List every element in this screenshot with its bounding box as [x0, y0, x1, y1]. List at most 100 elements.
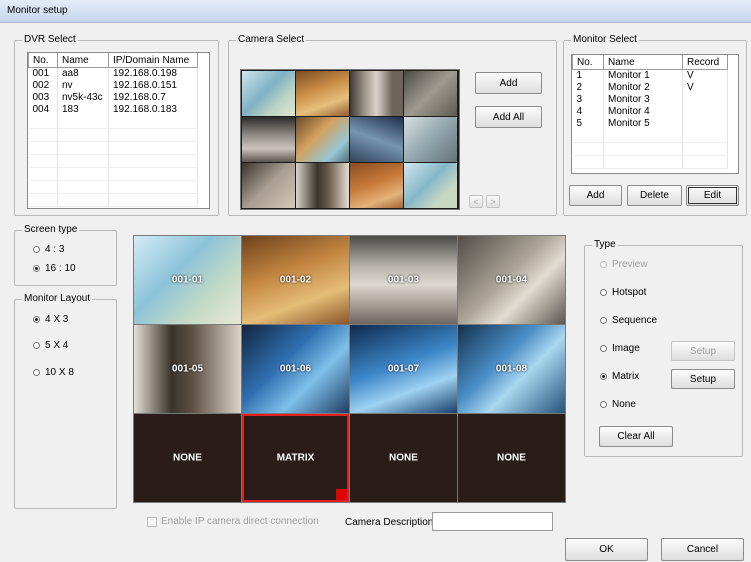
- tile-label: 001-06: [279, 363, 312, 375]
- monitor-col-record[interactable]: Record: [682, 55, 728, 70]
- layout-10x8-label: 10 X 8: [45, 367, 74, 378]
- camera-description-label: Camera Description: [345, 517, 434, 528]
- empty-row: [28, 116, 198, 129]
- camera-thumbnail[interactable]: [242, 117, 295, 162]
- layout-tile[interactable]: 001-04: [458, 236, 565, 324]
- monitor-no: 2: [572, 82, 604, 94]
- type-preview-radio[interactable]: Preview: [600, 259, 648, 270]
- monitor-list[interactable]: No. Name Record 1 Monitor 1 V 2 Monitor …: [571, 54, 739, 174]
- type-hotspot-label: Hotspot: [612, 287, 647, 298]
- type-matrix-radio[interactable]: Matrix: [600, 371, 639, 382]
- type-image-radio[interactable]: Image: [600, 343, 640, 354]
- dvr-col-no[interactable]: No.: [28, 53, 58, 68]
- dvr-col-ip[interactable]: IP/Domain Name: [108, 53, 198, 68]
- layout-5x4-radio[interactable]: 5 X 4: [33, 340, 68, 351]
- layout-10x8-radio[interactable]: 10 X 8: [33, 367, 74, 378]
- type-group: Type Preview Hotspot Sequence Image Matr…: [584, 239, 743, 457]
- camera-thumbnail[interactable]: [296, 71, 349, 116]
- camera-thumbnail[interactable]: [350, 71, 403, 116]
- camera-description-input[interactable]: [432, 512, 553, 531]
- camera-thumbnail[interactable]: [242, 163, 295, 208]
- monitor-edit-button[interactable]: Edit: [686, 185, 739, 206]
- table-row[interactable]: 001 aa8 192.168.0.198: [28, 67, 198, 80]
- dvr-col-name[interactable]: Name: [57, 53, 109, 68]
- layout-4x3-label: 4 X 3: [45, 314, 69, 325]
- image-setup-button[interactable]: Setup: [671, 341, 735, 361]
- layout-tile[interactable]: 001-05: [134, 325, 241, 413]
- camera-add-button[interactable]: Add: [475, 72, 542, 94]
- table-row[interactable]: 1 Monitor 1 V: [572, 69, 728, 82]
- monitor-delete-button[interactable]: Delete: [627, 185, 682, 206]
- camera-prev-page-button[interactable]: <: [469, 195, 483, 208]
- monitor-add-button[interactable]: Add: [569, 185, 622, 206]
- layout-tile[interactable]: 001-08: [458, 325, 565, 413]
- ok-button[interactable]: OK: [565, 538, 648, 561]
- table-row[interactable]: 2 Monitor 2 V: [572, 82, 728, 94]
- layout-tile[interactable]: NONE: [350, 414, 457, 502]
- tile-label: 001-07: [387, 363, 420, 375]
- camera-thumbnail[interactable]: [296, 117, 349, 162]
- table-row[interactable]: 003 nv5k-43c 192.168.0.7: [28, 92, 198, 104]
- layout-tile[interactable]: 001-01: [134, 236, 241, 324]
- camera-thumbnail[interactable]: [350, 163, 403, 208]
- empty-row: [28, 128, 198, 142]
- monitor-no: 5: [572, 118, 604, 130]
- camera-thumbnail[interactable]: [404, 117, 457, 162]
- type-hotspot-radio[interactable]: Hotspot: [600, 287, 646, 298]
- screen-type-16-10-label: 16 : 10: [45, 263, 76, 274]
- radio-indicator: [600, 373, 607, 380]
- tile-label: NONE: [173, 452, 202, 464]
- monitor-col-name[interactable]: Name: [603, 55, 683, 70]
- type-none-radio[interactable]: None: [600, 399, 636, 410]
- layout-tile[interactable]: NONE: [458, 414, 565, 502]
- table-row[interactable]: 5 Monitor 5: [572, 118, 728, 130]
- table-row[interactable]: 002 nv 192.168.0.151: [28, 80, 198, 92]
- camera-thumbnail[interactable]: [242, 71, 295, 116]
- enable-ip-camera-label: Enable IP camera direct connection: [161, 516, 319, 527]
- camera-thumbnail[interactable]: [404, 71, 457, 116]
- camera-thumbnail-grid: [240, 69, 460, 210]
- layout-tile[interactable]: NONE: [134, 414, 241, 502]
- screen-type-16-10-radio[interactable]: 16 : 10: [33, 263, 76, 274]
- dvr-table: No. Name IP/Domain Name 001 aa8 192.168.…: [28, 53, 198, 207]
- type-image-label: Image: [612, 343, 640, 354]
- type-matrix-label: Matrix: [612, 371, 640, 382]
- monitor-col-no[interactable]: No.: [572, 55, 604, 70]
- dvr-no: 001: [28, 67, 58, 80]
- radio-indicator: [33, 342, 40, 349]
- cancel-button[interactable]: Cancel: [661, 538, 744, 561]
- camera-add-all-button[interactable]: Add All: [475, 106, 542, 128]
- layout-tile[interactable]: 001-02: [242, 236, 349, 324]
- table-row[interactable]: 3 Monitor 3: [572, 94, 728, 106]
- clear-all-button[interactable]: Clear All: [599, 426, 673, 447]
- empty-row: [28, 154, 198, 168]
- layout-tile-selected[interactable]: MATRIX: [242, 414, 349, 502]
- dvr-ip: 192.168.0.7: [108, 92, 198, 104]
- camera-thumbnail[interactable]: [350, 117, 403, 162]
- dvr-ip: 192.168.0.183: [108, 104, 198, 116]
- layout-tile[interactable]: 001-07: [350, 325, 457, 413]
- monitor-layout-group: Monitor Layout 4 X 3 5 X 4 10 X 8: [14, 293, 117, 509]
- dvr-list[interactable]: No. Name IP/Domain Name 001 aa8 192.168.…: [27, 52, 210, 209]
- empty-row: [572, 155, 728, 169]
- monitor-name: Monitor 5: [603, 118, 683, 130]
- camera-thumbnail[interactable]: [296, 163, 349, 208]
- layout-tile[interactable]: 001-06: [242, 325, 349, 413]
- matrix-setup-button[interactable]: Setup: [671, 369, 735, 389]
- table-row[interactable]: 4 Monitor 4: [572, 106, 728, 118]
- table-row[interactable]: 004 183 192.168.0.183: [28, 104, 198, 116]
- screen-type-4-3-label: 4 : 3: [45, 244, 65, 255]
- type-sequence-radio[interactable]: Sequence: [600, 315, 657, 326]
- monitor-layout-legend: Monitor Layout: [22, 293, 93, 305]
- camera-thumbnail[interactable]: [404, 163, 457, 208]
- layout-tile[interactable]: 001-03: [350, 236, 457, 324]
- enable-ip-camera-checkbox[interactable]: Enable IP camera direct connection: [147, 516, 319, 527]
- layout-4x3-radio[interactable]: 4 X 3: [33, 314, 68, 325]
- radio-indicator: [600, 317, 607, 324]
- type-sequence-label: Sequence: [612, 315, 658, 326]
- radio-indicator: [33, 316, 40, 323]
- screen-type-4-3-radio[interactable]: 4 : 3: [33, 244, 64, 255]
- monitor-select-group: Monitor Select No. Name Record 1 Monitor…: [563, 34, 747, 216]
- camera-next-page-button[interactable]: >: [486, 195, 500, 208]
- monitor-no: 4: [572, 106, 604, 118]
